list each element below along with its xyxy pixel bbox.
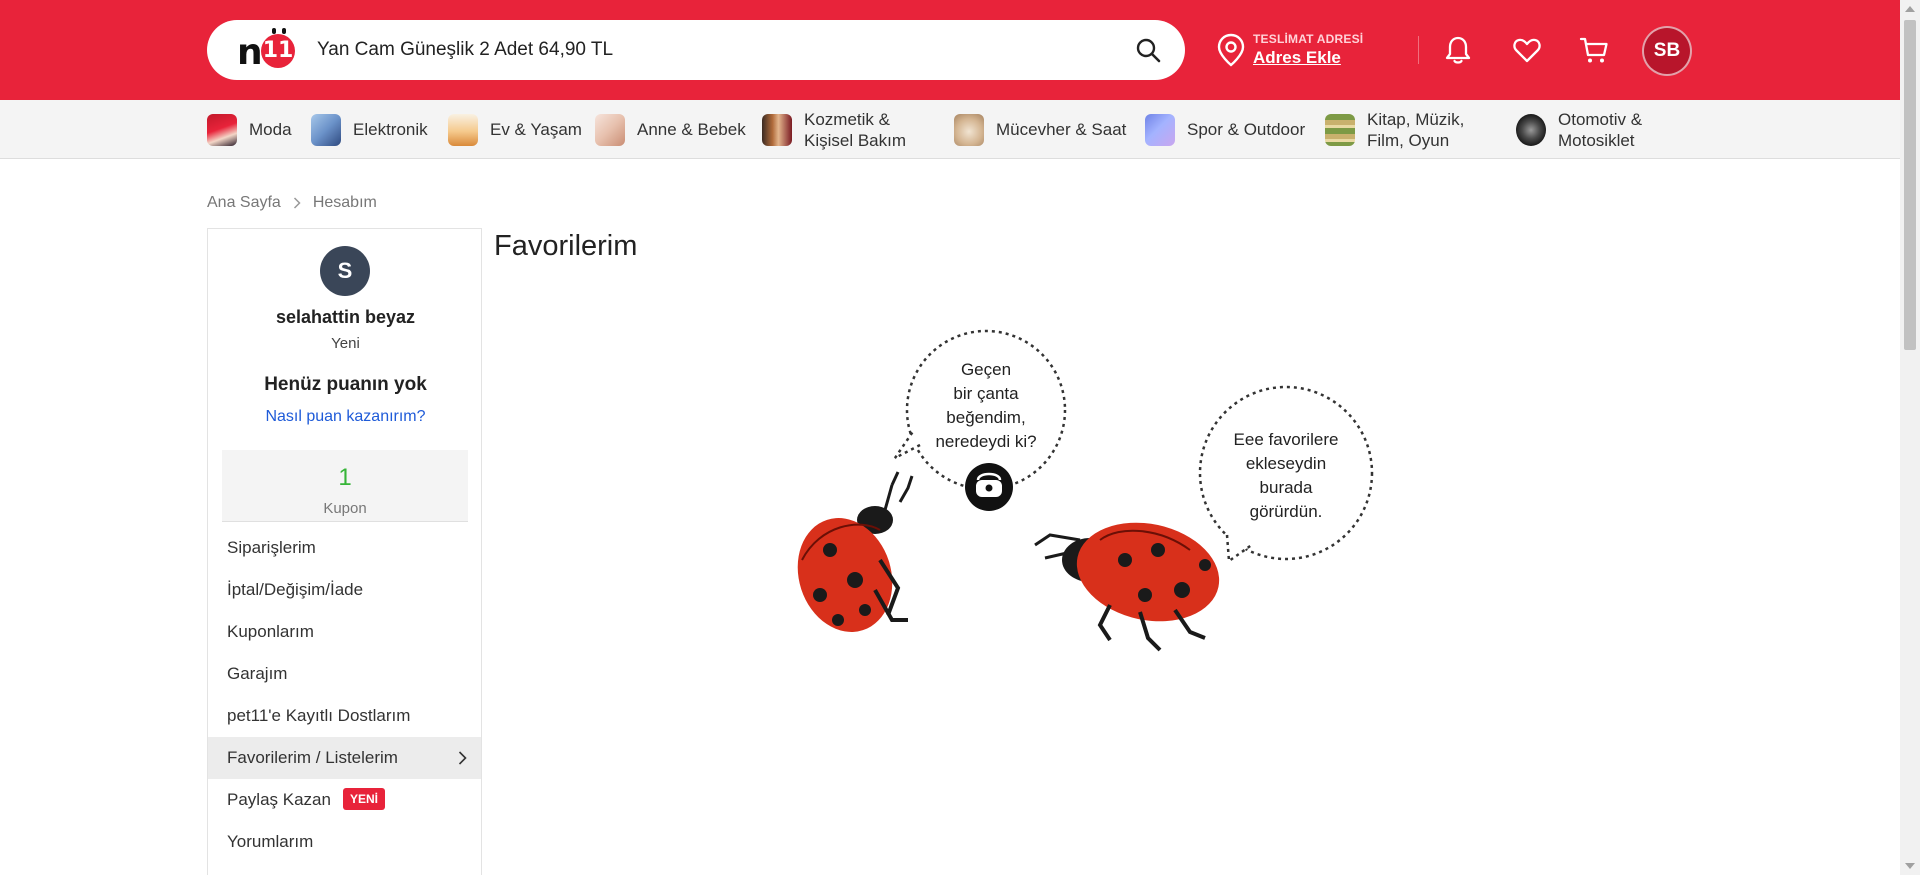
anne-bebek-thumbnail: [595, 113, 625, 146]
menu-favorites[interactable]: Favorilerim / Listelerim: [208, 737, 481, 779]
profile-avatar: S: [320, 246, 370, 296]
menu-label: Kuponlarım: [227, 622, 314, 641]
ev-yasam-thumbnail: [448, 113, 478, 146]
menu-label: Paylaş Kazan: [227, 790, 331, 809]
category-kozmetik[interactable]: Kozmetik & Kişisel Bakım: [762, 100, 924, 159]
menu-coupons[interactable]: Kuponlarım: [208, 611, 481, 653]
svg-text:neredeydi ki?: neredeydi ki?: [935, 432, 1036, 451]
delivery-caption: TESLİMAT ADRESİ: [1253, 32, 1364, 46]
page-scrollbar[interactable]: [1900, 0, 1920, 875]
otomotiv-thumbnail: [1516, 113, 1546, 146]
coupon-count: 1: [338, 464, 352, 491]
how-to-earn-points-link[interactable]: Nasıl puan kazanırım?: [208, 408, 483, 426]
svg-text:burada: burada: [1260, 478, 1313, 497]
category-label: Elektronik: [353, 120, 428, 139]
bell-icon[interactable]: [1442, 34, 1474, 66]
scroll-up-arrow-icon[interactable]: [1905, 6, 1915, 12]
svg-text:ekleseydin: ekleseydin: [1246, 454, 1326, 473]
cart-icon[interactable]: [1578, 34, 1610, 66]
empty-favorites-illustration: Geçen bir çanta beğendim, neredeydi ki? …: [797, 329, 1374, 652]
kozmetik-thumbnail: [762, 113, 792, 146]
category-otomotiv[interactable]: Otomotiv & Motosiklet: [1516, 100, 1668, 159]
elektronik-thumbnail: [311, 113, 341, 146]
menu-orders[interactable]: Siparişlerim: [208, 527, 481, 569]
spor-outdoor-thumbnail: [1145, 113, 1175, 146]
chevron-right-icon: [458, 751, 467, 765]
coupon-label: Kupon: [323, 500, 367, 517]
user-avatar[interactable]: SB: [1642, 26, 1692, 76]
category-moda[interactable]: Moda: [207, 100, 292, 159]
svg-text:Geçen: Geçen: [961, 360, 1011, 379]
top-header: n 11 TESLİMAT ADRESİ Adres Ekle SB: [0, 0, 1900, 100]
menu-label: pet11'e Kayıtlı Dostlarım: [227, 706, 411, 725]
category-label: Spor & Outdoor: [1187, 120, 1306, 139]
search-icon[interactable]: [1135, 37, 1161, 63]
ladybug-right: [1034, 522, 1220, 652]
menu-garage[interactable]: Garajım: [208, 653, 481, 695]
breadcrumb-current: Hesabım: [312, 194, 377, 211]
category-label: Kitap, Müzik, Film, Oyun: [1367, 109, 1465, 150]
coupon-summary[interactable]: 1 Kupon: [222, 450, 468, 522]
category-mucevher-saat[interactable]: Mücevher & Saat: [954, 100, 1126, 159]
ladybug-left: [797, 471, 914, 632]
search-input[interactable]: [317, 20, 1097, 80]
menu-share-earn[interactable]: Paylaş Kazan YENİ: [208, 779, 481, 821]
membership-level: Yeni: [331, 335, 360, 352]
speech-bubble-right: Eee favorilere ekleseydin burada görürdü…: [1198, 385, 1374, 564]
breadcrumb-home[interactable]: Ana Sayfa: [207, 194, 281, 212]
menu-label: İptal/Değişim/İade: [227, 580, 364, 599]
scrollbar-thumb[interactable]: [1904, 20, 1916, 350]
category-label: Moda: [249, 120, 292, 139]
category-label: Ev & Yaşam: [490, 120, 582, 139]
menu-label: Siparişlerim: [227, 538, 316, 557]
chevron-right-icon: [293, 197, 301, 209]
category-elektronik[interactable]: Elektronik: [311, 100, 428, 159]
menu-label: Favorilerim / Listelerim: [227, 748, 398, 767]
scroll-down-arrow-icon[interactable]: [1905, 863, 1915, 869]
moda-thumbnail: [207, 113, 237, 146]
svg-text:Eee favorilere: Eee favorilere: [1234, 430, 1339, 449]
category-ev-yasam[interactable]: Ev & Yaşam: [448, 100, 582, 159]
svg-text:görürdün.: görürdün.: [1250, 502, 1323, 521]
account-sidebar: S selahattin beyaz Yeni Henüz puanın yok…: [207, 228, 482, 875]
search-bar: n 11: [207, 20, 1185, 80]
heart-icon[interactable]: [1511, 34, 1543, 66]
location-pin-icon: [1217, 33, 1245, 67]
svg-text:beğendim,: beğendim,: [946, 408, 1025, 427]
menu-label: Garajım: [227, 664, 288, 683]
category-kitap-muzik[interactable]: Kitap, Müzik, Film, Oyun: [1325, 100, 1497, 159]
menu-pets[interactable]: pet11'e Kayıtlı Dostlarım: [208, 695, 481, 737]
points-status: Henüz puanın yok: [264, 374, 427, 395]
speech-bubble-left: Geçen bir çanta beğendim, neredeydi ki?: [893, 329, 1067, 511]
profile-name: selahattin beyaz: [275, 307, 416, 327]
category-label: Otomotiv & Motosiklet: [1558, 109, 1643, 150]
delivery-address[interactable]: TESLİMAT ADRESİ Adres Ekle: [1217, 30, 1397, 74]
breadcrumb: Ana Sayfa Hesabım: [207, 194, 377, 212]
menu-returns[interactable]: İptal/Değişim/İade: [208, 569, 481, 611]
category-label: Anne & Bebek: [637, 120, 746, 139]
category-spor-outdoor[interactable]: Spor & Outdoor: [1145, 100, 1305, 159]
svg-text:bir çanta: bir çanta: [953, 384, 1019, 403]
menu-label: Yorumlarım: [227, 832, 314, 851]
new-badge: YENİ: [342, 787, 385, 810]
category-bar: Moda Elektronik Ev & Yaşam Anne & Bebek …: [0, 100, 1900, 159]
page-title: Favorilerim: [494, 230, 638, 262]
header-divider: [1418, 36, 1419, 64]
add-address-link[interactable]: Adres Ekle: [1253, 48, 1341, 68]
mucevher-saat-thumbnail: [954, 113, 984, 146]
category-label: Kozmetik & Kişisel Bakım: [804, 109, 907, 150]
n11-logo[interactable]: n 11: [225, 28, 305, 73]
category-label: Mücevher & Saat: [996, 120, 1127, 139]
kitap-muzik-thumbnail: [1325, 113, 1355, 146]
category-anne-bebek[interactable]: Anne & Bebek: [595, 100, 746, 159]
menu-reviews[interactable]: Yorumlarım: [208, 821, 481, 863]
